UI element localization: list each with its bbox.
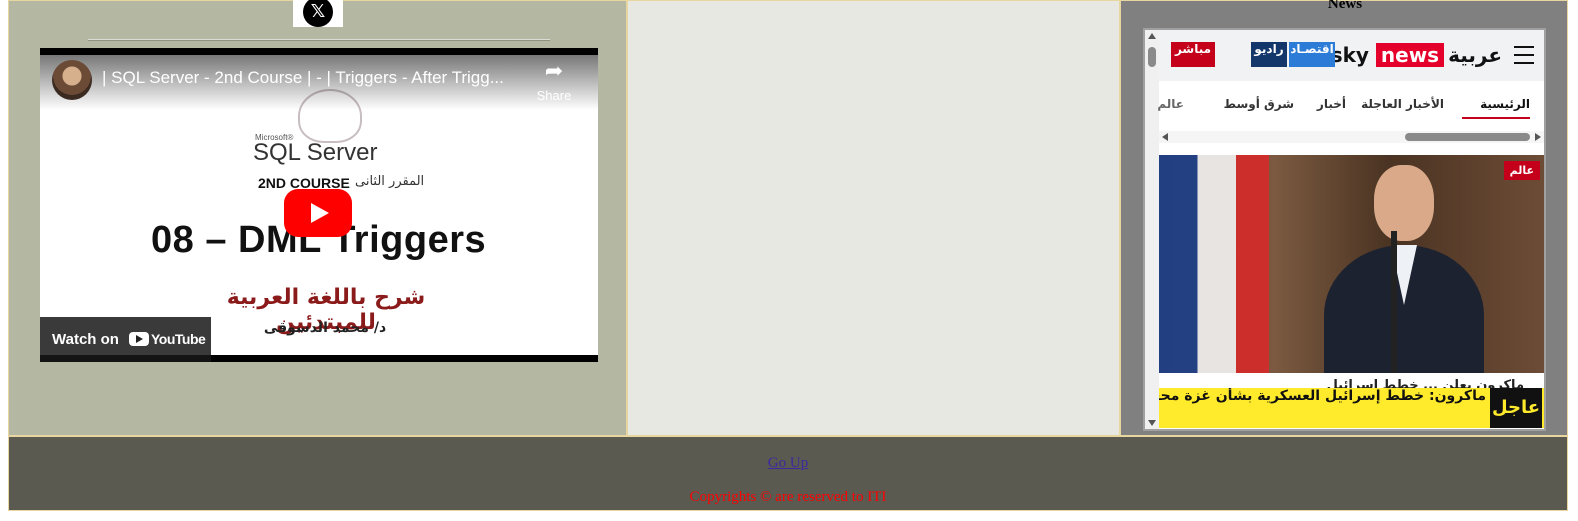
- x-social-link[interactable]: 𝕏: [293, 0, 343, 27]
- news-nav: الرئيسية الأخبار العاجلة أخبار شرق أوسط …: [1157, 81, 1544, 131]
- news-iframe[interactable]: sky news عربية اقتصـاد راديو مباشر الرئيس…: [1143, 28, 1546, 431]
- nav-horizontal-scrollbar[interactable]: [1159, 131, 1544, 143]
- thumb-product-name: SQL Server: [253, 139, 378, 166]
- video-cell: 𝕏 Microsoft® SQL Server 2ND COURSE المقر…: [8, 0, 627, 436]
- share-button[interactable]: ➦ Share: [530, 59, 578, 104]
- watch-on-label: Watch on: [52, 331, 119, 348]
- news-heading: News: [1327, 0, 1363, 12]
- video-top-bar: | SQL Server - 2nd Course | - | Triggers…: [40, 48, 598, 110]
- go-up-wrapper: Go Up: [9, 455, 1567, 472]
- nav-item-home[interactable]: الرئيسية: [1480, 97, 1530, 111]
- share-arrow-icon: ➦: [544, 59, 564, 84]
- skynews-header: sky news عربية اقتصـاد راديو مباشر: [1159, 30, 1544, 81]
- scroll-right-arrow-icon[interactable]: [1535, 133, 1541, 141]
- divider: [88, 39, 550, 41]
- youtube-embed[interactable]: Microsoft® SQL Server 2ND COURSE المقرر …: [40, 48, 598, 362]
- go-up-link[interactable]: Go Up: [768, 455, 808, 471]
- channel-avatar[interactable]: [52, 60, 92, 100]
- logo-news: news: [1375, 43, 1445, 67]
- youtube-play-icon: [129, 332, 149, 346]
- breaking-label: عاجل: [1490, 388, 1542, 428]
- x-logo-icon: 𝕏: [303, 0, 333, 27]
- play-button[interactable]: [284, 189, 352, 237]
- hamburger-menu-icon[interactable]: [1514, 46, 1534, 64]
- video-title-link[interactable]: | SQL Server - 2nd Course | - | Triggers…: [102, 68, 522, 88]
- share-label: Share: [536, 88, 572, 103]
- youtube-logo: YouTube: [129, 331, 206, 347]
- youtube-wordmark: YouTube: [151, 331, 206, 347]
- nav-active-underline: [1462, 117, 1530, 119]
- nav-item-world[interactable]: عالم: [1157, 97, 1184, 111]
- nav-item-middle-east[interactable]: شرق أوسط: [1224, 97, 1294, 111]
- economy-button[interactable]: اقتصـاد: [1289, 42, 1335, 67]
- french-flag: [1159, 155, 1269, 373]
- news-cell: News sky news عربية اقتصـاد راديو مباشر ا…: [1120, 0, 1568, 436]
- speaker-figure: [1319, 165, 1489, 373]
- iframe-vertical-scrollbar[interactable]: [1145, 30, 1159, 429]
- radio-button[interactable]: راديو: [1251, 42, 1287, 67]
- watch-on-youtube-button[interactable]: Watch on YouTube: [40, 317, 211, 362]
- nav-item-news[interactable]: أخبار: [1317, 97, 1346, 111]
- breaking-news-text: ماكرون: خطط إسرائيل العسكرية بشأن غزة مح…: [1159, 388, 1486, 404]
- thumb-course-arabic: المقرر الثانى: [355, 174, 425, 189]
- logo-arabic: عربية: [1448, 43, 1502, 67]
- horizontal-scroll-thumb[interactable]: [1405, 133, 1530, 141]
- page-layout-table: 𝕏 Microsoft® SQL Server 2ND COURSE المقر…: [8, 0, 1568, 511]
- live-button[interactable]: مباشر: [1171, 42, 1215, 67]
- logo-sky: sky: [1330, 43, 1369, 67]
- scroll-thumb[interactable]: [1148, 47, 1156, 67]
- breaking-news-ticker[interactable]: ماكرون: خطط إسرائيل العسكرية بشأن غزة مح…: [1159, 388, 1544, 428]
- copyright-text: Copyrights © are reserved to ITI: [689, 489, 887, 505]
- news-photo[interactable]: عالم: [1159, 155, 1544, 373]
- scroll-up-arrow-icon[interactable]: [1148, 33, 1156, 39]
- skynews-arabia-logo[interactable]: sky news عربية: [1331, 43, 1502, 69]
- nav-item-breaking[interactable]: الأخبار العاجلة: [1361, 97, 1444, 111]
- thumb-author: د/ محمد الدسوقى: [263, 320, 387, 336]
- scroll-down-arrow-icon[interactable]: [1148, 420, 1156, 426]
- middle-cell: [627, 0, 1120, 436]
- headline-peek-text: ماكرون يعلن ... خطط إسرائيل: [1326, 378, 1524, 388]
- headline-peek[interactable]: ماكرون يعلن ... خطط إسرائيل: [1159, 376, 1544, 388]
- footer: Go Up Copyrights © are reserved to ITI: [8, 436, 1568, 511]
- category-tag[interactable]: عالم: [1503, 161, 1540, 180]
- microphone-icon: [1391, 231, 1397, 373]
- scroll-left-arrow-icon[interactable]: [1162, 133, 1168, 141]
